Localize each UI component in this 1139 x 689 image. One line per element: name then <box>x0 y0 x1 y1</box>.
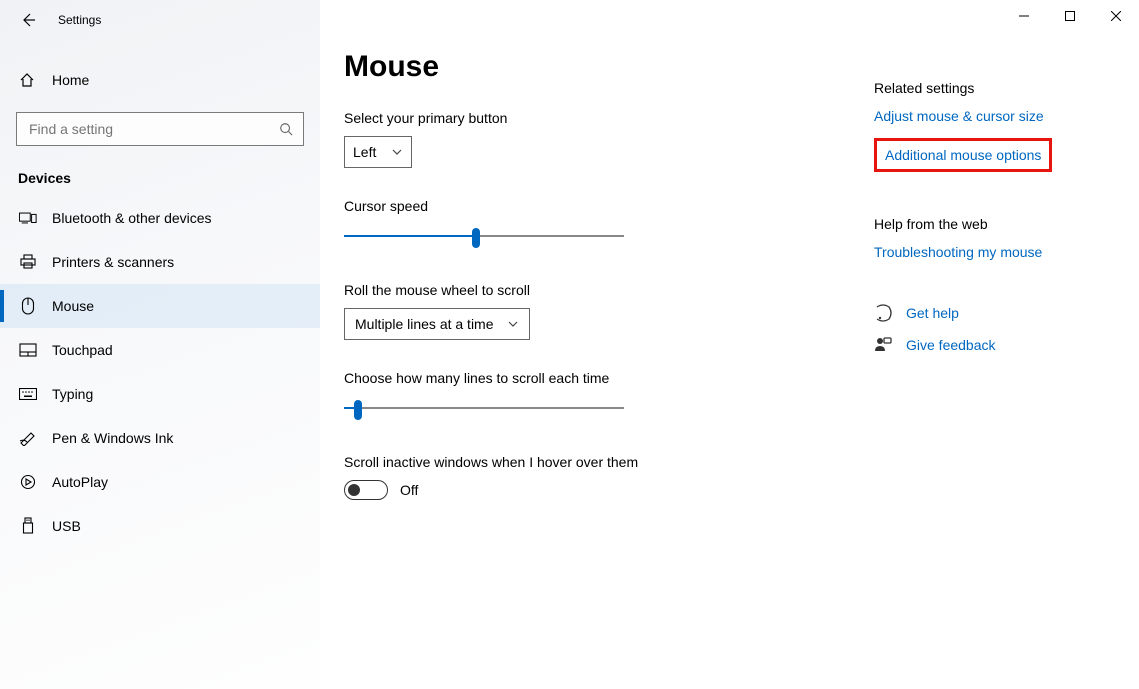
sidebar-item-label: AutoPlay <box>52 474 108 490</box>
additional-mouse-options-link[interactable]: Additional mouse options <box>885 147 1041 163</box>
aside-panel: Related settings Adjust mouse & cursor s… <box>874 50 1114 689</box>
autoplay-icon <box>18 474 38 490</box>
chevron-down-icon <box>507 318 519 330</box>
sidebar-item-label: USB <box>52 518 81 534</box>
sidebar-item-usb[interactable]: USB <box>0 504 320 548</box>
inactive-windows-label: Scroll inactive windows when I hover ove… <box>344 454 844 470</box>
give-feedback-label: Give feedback <box>906 337 996 353</box>
troubleshoot-link[interactable]: Troubleshooting my mouse <box>874 244 1114 260</box>
sidebar-item-pen[interactable]: Pen & Windows Ink <box>0 416 320 460</box>
sidebar-item-printers[interactable]: Printers & scanners <box>0 240 320 284</box>
sidebar-item-typing[interactable]: Typing <box>0 372 320 416</box>
lines-label: Choose how many lines to scroll each tim… <box>344 370 844 386</box>
mouse-icon <box>18 297 38 315</box>
search-input[interactable] <box>16 112 304 146</box>
sidebar-item-bluetooth[interactable]: Bluetooth & other devices <box>0 196 320 240</box>
primary-button-dropdown[interactable]: Left <box>344 136 412 168</box>
minimize-button[interactable] <box>1001 0 1047 32</box>
main-content: Mouse Select your primary button Left Cu… <box>344 50 844 689</box>
touchpad-icon <box>18 343 38 357</box>
cursor-speed-label: Cursor speed <box>344 198 844 214</box>
sidebar: Settings Home Devices Bluetooth & other … <box>0 0 320 689</box>
keyboard-icon <box>18 388 38 400</box>
search-field[interactable] <box>27 120 279 138</box>
cursor-speed-slider[interactable] <box>344 224 624 248</box>
help-from-web-heading: Help from the web <box>874 216 1114 232</box>
inactive-windows-toggle[interactable] <box>344 480 388 500</box>
additional-mouse-options-highlight: Additional mouse options <box>874 138 1052 172</box>
wheel-mode-value: Multiple lines at a time <box>355 316 494 332</box>
sidebar-item-label: Touchpad <box>52 342 113 358</box>
printer-icon <box>18 254 38 270</box>
sidebar-item-touchpad[interactable]: Touchpad <box>0 328 320 372</box>
sidebar-item-label: Mouse <box>52 298 94 314</box>
category-heading: Devices <box>18 170 302 186</box>
home-button[interactable]: Home <box>0 62 320 98</box>
sidebar-item-label: Typing <box>52 386 93 402</box>
primary-button-label: Select your primary button <box>344 110 844 126</box>
help-icon <box>874 304 892 322</box>
page-title: Mouse <box>344 50 844 84</box>
search-icon <box>279 122 293 136</box>
lines-slider[interactable] <box>344 396 624 420</box>
maximize-button[interactable] <box>1047 0 1093 32</box>
related-settings-heading: Related settings <box>874 80 1114 96</box>
sidebar-item-label: Pen & Windows Ink <box>52 430 173 446</box>
sidebar-item-label: Bluetooth & other devices <box>52 210 212 226</box>
usb-icon <box>18 517 38 535</box>
close-button[interactable] <box>1093 0 1139 32</box>
home-label: Home <box>52 72 89 88</box>
window-title: Settings <box>58 13 101 27</box>
sidebar-item-autoplay[interactable]: AutoPlay <box>0 460 320 504</box>
pen-icon <box>18 430 38 446</box>
wheel-mode-dropdown[interactable]: Multiple lines at a time <box>344 308 530 340</box>
devices-icon <box>18 210 38 226</box>
feedback-icon <box>874 336 892 354</box>
primary-button-value: Left <box>353 144 376 160</box>
give-feedback-button[interactable]: Give feedback <box>874 336 1114 354</box>
get-help-button[interactable]: Get help <box>874 304 1114 322</box>
sidebar-item-label: Printers & scanners <box>52 254 174 270</box>
get-help-label: Get help <box>906 305 959 321</box>
adjust-mouse-link[interactable]: Adjust mouse & cursor size <box>874 108 1114 124</box>
sidebar-item-mouse[interactable]: Mouse <box>0 284 320 328</box>
chevron-down-icon <box>391 146 403 158</box>
home-icon <box>18 72 36 88</box>
back-button[interactable] <box>20 12 36 28</box>
wheel-mode-label: Roll the mouse wheel to scroll <box>344 282 844 298</box>
toggle-state-label: Off <box>400 482 418 498</box>
